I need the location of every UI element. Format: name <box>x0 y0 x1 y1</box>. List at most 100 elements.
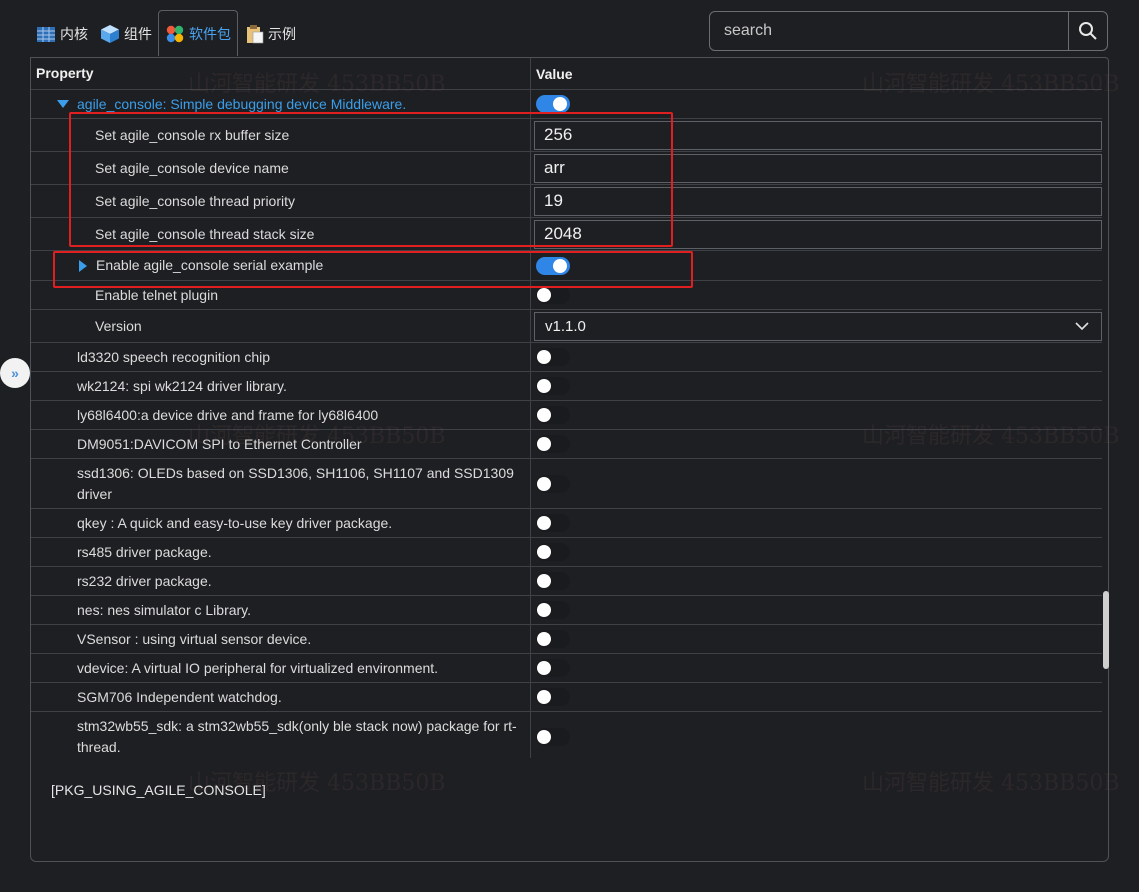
tab-kernel-label: 内核 <box>60 26 88 42</box>
search-button[interactable] <box>1068 12 1107 50</box>
toggle-knob <box>537 476 551 491</box>
toggle-knob <box>553 97 567 111</box>
search-icon <box>1079 22 1097 40</box>
version-label: Version <box>31 310 531 342</box>
setting-value-cell: 19 <box>532 185 1102 217</box>
version-select[interactable]: v1.1.0 <box>534 311 1102 341</box>
package-row: qkey : A quick and easy-to-use key drive… <box>31 509 1102 538</box>
package-value <box>532 654 1102 682</box>
double-chevron-right-icon: » <box>11 365 19 381</box>
serial-example-toggle[interactable] <box>536 256 570 275</box>
package-toggle[interactable] <box>536 688 570 706</box>
toggle-knob <box>537 632 551 646</box>
toggle-knob <box>537 603 551 617</box>
package-label: VSensor : using virtual sensor device. <box>31 625 531 653</box>
search-input[interactable] <box>710 12 1068 50</box>
toggle-knob <box>537 545 551 559</box>
package-toggle[interactable] <box>536 435 570 453</box>
parent-package-row: agile_console: Simple debugging device M… <box>31 90 1102 119</box>
parent-package-toggle[interactable] <box>536 95 570 113</box>
package-toggle[interactable] <box>536 659 570 677</box>
package-value <box>532 343 1102 371</box>
toggle-knob <box>537 574 551 588</box>
scrollbar-thumb[interactable] <box>1103 591 1109 669</box>
serial-example-value <box>532 251 1102 280</box>
toggle-knob <box>537 729 551 744</box>
tab-kernel[interactable]: 内核 <box>30 12 94 56</box>
version-selected-value: v1.1.0 <box>545 317 586 335</box>
package-row: rs232 driver package. <box>31 567 1102 596</box>
package-toggle[interactable] <box>536 474 570 493</box>
setting-value-cell: 256 <box>532 119 1102 151</box>
package-toggle[interactable] <box>536 572 570 590</box>
telnet-value <box>532 281 1102 309</box>
properties-panel: Property Value agile_console: Simple deb… <box>30 57 1109 862</box>
setting-row-device-name: Set agile_console device name arr <box>31 152 1102 185</box>
device-name-input[interactable]: arr <box>534 153 1102 183</box>
package-row: VSensor : using virtual sensor device. <box>31 625 1102 654</box>
parent-package-label: agile_console: Simple debugging device M… <box>77 95 407 112</box>
toggle-knob <box>553 258 567 273</box>
expand-arrow-icon[interactable] <box>79 259 87 272</box>
package-label: ld3320 speech recognition chip <box>31 343 531 371</box>
thread-priority-input[interactable]: 19 <box>534 186 1102 216</box>
setting-label: Set agile_console rx buffer size <box>31 119 531 151</box>
package-toggle[interactable] <box>536 514 570 532</box>
package-toggle[interactable] <box>536 377 570 395</box>
toggle-knob <box>537 288 551 302</box>
setting-label: Set agile_console device name <box>31 152 531 184</box>
package-label: wk2124: spi wk2124 driver library. <box>31 372 531 400</box>
parent-package-cell: agile_console: Simple debugging device M… <box>31 90 531 118</box>
version-value: v1.1.0 <box>532 310 1102 342</box>
setting-row-rx-buffer: Set agile_console rx buffer size 256 <box>31 119 1102 152</box>
package-toggle[interactable] <box>536 630 570 648</box>
setting-value-cell: arr <box>532 152 1102 184</box>
package-toggle[interactable] <box>536 406 570 424</box>
package-label: ly68l6400:a device drive and frame for l… <box>31 401 531 429</box>
tab-packages-label: 软件包 <box>189 25 231 42</box>
package-row: rs485 driver package. <box>31 538 1102 567</box>
tab-packages[interactable]: 软件包 <box>158 10 238 56</box>
collapse-arrow-icon[interactable] <box>57 100 69 108</box>
setting-value-cell: 2048 <box>532 218 1102 250</box>
package-value <box>532 459 1102 508</box>
tab-components[interactable]: 组件 <box>94 12 158 56</box>
search-box <box>709 11 1108 51</box>
toggle-knob <box>537 516 551 530</box>
package-row: SGM706 Independent watchdog. <box>31 683 1102 712</box>
tab-examples[interactable]: 示例 <box>238 12 302 56</box>
package-toggle[interactable] <box>536 348 570 366</box>
package-value <box>532 625 1102 653</box>
telnet-toggle[interactable] <box>536 286 570 304</box>
grid-header: Property Value <box>31 58 1102 90</box>
tab-bar: 内核 组件 软件包 示例 <box>30 10 302 56</box>
package-label: rs232 driver package. <box>31 567 531 595</box>
package-value <box>532 430 1102 458</box>
package-value <box>532 567 1102 595</box>
setting-row-thread-stack-size: Set agile_console thread stack size 2048 <box>31 218 1102 251</box>
package-toggle[interactable] <box>536 601 570 619</box>
property-grid: Property Value agile_console: Simple deb… <box>31 58 1102 758</box>
rx-buffer-size-input[interactable]: 256 <box>534 120 1102 150</box>
package-label: stm32wb55_sdk: a stm32wb55_sdk(only ble … <box>31 712 531 758</box>
telnet-row: Enable telnet plugin <box>31 281 1102 310</box>
table-icon <box>37 27 55 42</box>
toggle-knob <box>537 661 551 675</box>
package-value <box>532 509 1102 537</box>
serial-example-label: Enable agile_console serial example <box>96 257 324 273</box>
package-row: ld3320 speech recognition chip <box>31 343 1102 372</box>
package-row: ly68l6400:a device drive and frame for l… <box>31 401 1102 430</box>
toggle-knob <box>537 379 551 393</box>
package-label: SGM706 Independent watchdog. <box>31 683 531 711</box>
package-toggle[interactable] <box>536 727 570 746</box>
clipboard-icon <box>247 25 264 44</box>
thread-stack-size-input[interactable]: 2048 <box>534 219 1102 249</box>
tab-components-label: 组件 <box>124 26 152 42</box>
parent-package-value <box>532 90 1102 118</box>
expand-sidebar-button[interactable]: » <box>0 358 30 388</box>
package-row: stm32wb55_sdk: a stm32wb55_sdk(only ble … <box>31 712 1102 758</box>
setting-label: Set agile_console thread stack size <box>31 218 531 250</box>
package-label: qkey : A quick and easy-to-use key drive… <box>31 509 531 537</box>
package-label: DM9051:DAVICOM SPI to Ethernet Controlle… <box>31 430 531 458</box>
package-toggle[interactable] <box>536 543 570 561</box>
